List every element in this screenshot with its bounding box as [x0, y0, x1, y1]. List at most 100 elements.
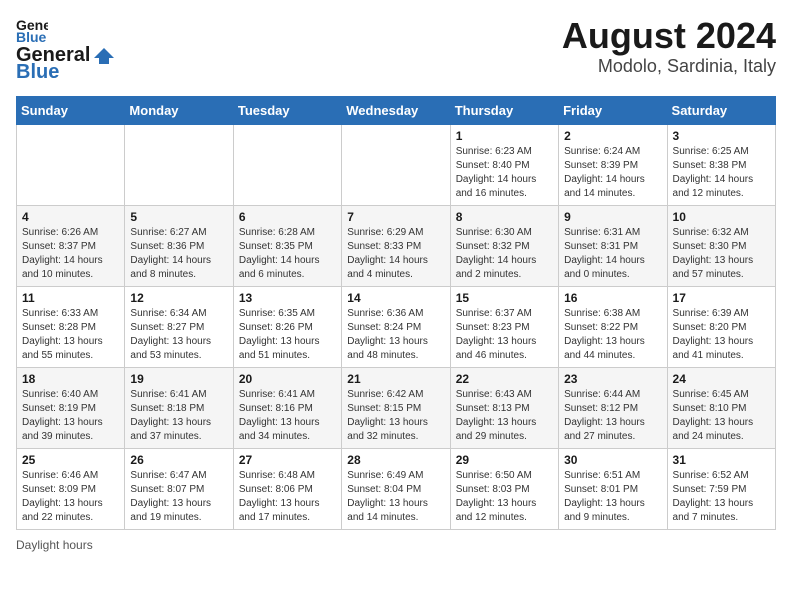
daylight-label: Daylight hours: [16, 538, 93, 552]
calendar-cell: 18 Sunrise: 6:40 AM Sunset: 8:19 PM Dayli…: [17, 368, 125, 449]
calendar-cell: 29Sunrise: 6:50 AM Sunset: 8:03 PM Dayli…: [450, 449, 558, 530]
svg-text:Blue: Blue: [16, 29, 47, 44]
day-info: Sunrise: 6:39 AM Sunset: 8:20 PM Dayligh…: [673, 307, 770, 363]
calendar-cell: [233, 125, 341, 206]
day-number: 10: [673, 210, 770, 224]
calendar-cell: 8 Sunrise: 6:30 AM Sunset: 8:32 PM Daylig…: [450, 206, 558, 287]
day-info: Sunrise: 6:34 AM Sunset: 8:27 PM Dayligh…: [130, 307, 227, 363]
calendar-cell: [342, 125, 450, 206]
calendar-cell: 4 Sunrise: 6:26 AM Sunset: 8:37 PM Daylig…: [17, 206, 125, 287]
calendar-cell: 5Sunrise: 6:27 AM Sunset: 8:36 PM Daylig…: [125, 206, 233, 287]
page-title: August 2024: [562, 16, 776, 56]
logo-icon: General Blue: [16, 16, 48, 44]
header-day-tuesday: Tuesday: [233, 97, 341, 125]
calendar-header: SundayMondayTuesdayWednesdayThursdayFrid…: [17, 97, 776, 125]
day-number: 30: [564, 453, 661, 467]
day-number: 7: [347, 210, 444, 224]
calendar-cell: 30Sunrise: 6:51 AM Sunset: 8:01 PM Dayli…: [559, 449, 667, 530]
day-info: Sunrise: 6:28 AM Sunset: 8:35 PM Dayligh…: [239, 226, 336, 282]
calendar-table: SundayMondayTuesdayWednesdayThursdayFrid…: [16, 96, 776, 530]
logo-blue: Blue: [16, 61, 59, 84]
footer-note: Daylight hours: [16, 538, 776, 552]
day-info: Sunrise: 6:30 AM Sunset: 8:32 PM Dayligh…: [456, 226, 553, 282]
header-day-thursday: Thursday: [450, 97, 558, 125]
day-number: 19: [130, 372, 227, 386]
day-number: 1: [456, 129, 553, 143]
day-number: 31: [673, 453, 770, 467]
day-number: 4: [22, 210, 119, 224]
day-info: Sunrise: 6:44 AM Sunset: 8:12 PM Dayligh…: [564, 388, 661, 444]
header-day-friday: Friday: [559, 97, 667, 125]
calendar-cell: [125, 125, 233, 206]
calendar-week-row: 1 Sunrise: 6:23 AM Sunset: 8:40 PM Daylig…: [17, 125, 776, 206]
day-number: 27: [239, 453, 336, 467]
day-info: Sunrise: 6:23 AM Sunset: 8:40 PM Dayligh…: [456, 145, 553, 201]
day-info: Sunrise: 6:40 AM Sunset: 8:19 PM Dayligh…: [22, 388, 119, 444]
calendar-cell: 13Sunrise: 6:35 AM Sunset: 8:26 PM Dayli…: [233, 287, 341, 368]
day-info: Sunrise: 6:37 AM Sunset: 8:23 PM Dayligh…: [456, 307, 553, 363]
day-number: 20: [239, 372, 336, 386]
calendar-week-row: 11Sunrise: 6:33 AM Sunset: 8:28 PM Dayli…: [17, 287, 776, 368]
day-number: 12: [130, 291, 227, 305]
calendar-body: 1 Sunrise: 6:23 AM Sunset: 8:40 PM Daylig…: [17, 125, 776, 530]
day-info: Sunrise: 6:47 AM Sunset: 8:07 PM Dayligh…: [130, 469, 227, 525]
day-info: Sunrise: 6:38 AM Sunset: 8:22 PM Dayligh…: [564, 307, 661, 363]
day-number: 15: [456, 291, 553, 305]
day-info: Sunrise: 6:50 AM Sunset: 8:03 PM Dayligh…: [456, 469, 553, 525]
calendar-cell: 10Sunrise: 6:32 AM Sunset: 8:30 PM Dayli…: [667, 206, 775, 287]
header-day-monday: Monday: [125, 97, 233, 125]
calendar-week-row: 18 Sunrise: 6:40 AM Sunset: 8:19 PM Dayli…: [17, 368, 776, 449]
calendar-cell: 16Sunrise: 6:38 AM Sunset: 8:22 PM Dayli…: [559, 287, 667, 368]
calendar-cell: 31 Sunrise: 6:52 AM Sunset: 7:59 PM Dayli…: [667, 449, 775, 530]
day-info: Sunrise: 6:41 AM Sunset: 8:16 PM Dayligh…: [239, 388, 336, 444]
day-number: 25: [22, 453, 119, 467]
calendar-cell: 23 Sunrise: 6:44 AM Sunset: 8:12 PM Dayli…: [559, 368, 667, 449]
header: General Blue General Blue August 2024 Mo…: [16, 16, 776, 84]
header-row: SundayMondayTuesdayWednesdayThursdayFrid…: [17, 97, 776, 125]
day-number: 6: [239, 210, 336, 224]
title-area: August 2024 Modolo, Sardinia, Italy: [562, 16, 776, 77]
calendar-cell: 25Sunrise: 6:46 AM Sunset: 8:09 PM Dayli…: [17, 449, 125, 530]
calendar-cell: 2 Sunrise: 6:24 AM Sunset: 8:39 PM Daylig…: [559, 125, 667, 206]
calendar-cell: 14Sunrise: 6:36 AM Sunset: 8:24 PM Dayli…: [342, 287, 450, 368]
day-number: 2: [564, 129, 661, 143]
calendar-cell: 22Sunrise: 6:43 AM Sunset: 8:13 PM Dayli…: [450, 368, 558, 449]
logo-bird-icon: [92, 46, 114, 66]
day-number: 8: [456, 210, 553, 224]
calendar-cell: 11Sunrise: 6:33 AM Sunset: 8:28 PM Dayli…: [17, 287, 125, 368]
day-number: 28: [347, 453, 444, 467]
day-info: Sunrise: 6:27 AM Sunset: 8:36 PM Dayligh…: [130, 226, 227, 282]
day-number: 3: [673, 129, 770, 143]
calendar-cell: 3Sunrise: 6:25 AM Sunset: 8:38 PM Daylig…: [667, 125, 775, 206]
day-info: Sunrise: 6:42 AM Sunset: 8:15 PM Dayligh…: [347, 388, 444, 444]
calendar-cell: 7Sunrise: 6:29 AM Sunset: 8:33 PM Daylig…: [342, 206, 450, 287]
day-info: Sunrise: 6:36 AM Sunset: 8:24 PM Dayligh…: [347, 307, 444, 363]
day-info: Sunrise: 6:31 AM Sunset: 8:31 PM Dayligh…: [564, 226, 661, 282]
day-number: 17: [673, 291, 770, 305]
day-number: 18: [22, 372, 119, 386]
day-info: Sunrise: 6:33 AM Sunset: 8:28 PM Dayligh…: [22, 307, 119, 363]
day-number: 23: [564, 372, 661, 386]
day-number: 9: [564, 210, 661, 224]
calendar-week-row: 4 Sunrise: 6:26 AM Sunset: 8:37 PM Daylig…: [17, 206, 776, 287]
day-info: Sunrise: 6:45 AM Sunset: 8:10 PM Dayligh…: [673, 388, 770, 444]
calendar-cell: 1 Sunrise: 6:23 AM Sunset: 8:40 PM Daylig…: [450, 125, 558, 206]
day-info: Sunrise: 6:52 AM Sunset: 7:59 PM Dayligh…: [673, 469, 770, 525]
day-info: Sunrise: 6:43 AM Sunset: 8:13 PM Dayligh…: [456, 388, 553, 444]
day-number: 24: [673, 372, 770, 386]
day-number: 21: [347, 372, 444, 386]
calendar-week-row: 25Sunrise: 6:46 AM Sunset: 8:09 PM Dayli…: [17, 449, 776, 530]
header-day-wednesday: Wednesday: [342, 97, 450, 125]
calendar-cell: 27Sunrise: 6:48 AM Sunset: 8:06 PM Dayli…: [233, 449, 341, 530]
calendar-cell: 15 Sunrise: 6:37 AM Sunset: 8:23 PM Dayli…: [450, 287, 558, 368]
page-subtitle: Modolo, Sardinia, Italy: [562, 56, 776, 77]
day-number: 13: [239, 291, 336, 305]
calendar-cell: 21 Sunrise: 6:42 AM Sunset: 8:15 PM Dayli…: [342, 368, 450, 449]
calendar-cell: 9 Sunrise: 6:31 AM Sunset: 8:31 PM Daylig…: [559, 206, 667, 287]
day-info: Sunrise: 6:24 AM Sunset: 8:39 PM Dayligh…: [564, 145, 661, 201]
day-info: Sunrise: 6:49 AM Sunset: 8:04 PM Dayligh…: [347, 469, 444, 525]
day-info: Sunrise: 6:41 AM Sunset: 8:18 PM Dayligh…: [130, 388, 227, 444]
calendar-cell: 26Sunrise: 6:47 AM Sunset: 8:07 PM Dayli…: [125, 449, 233, 530]
calendar-cell: 6 Sunrise: 6:28 AM Sunset: 8:35 PM Daylig…: [233, 206, 341, 287]
day-info: Sunrise: 6:26 AM Sunset: 8:37 PM Dayligh…: [22, 226, 119, 282]
